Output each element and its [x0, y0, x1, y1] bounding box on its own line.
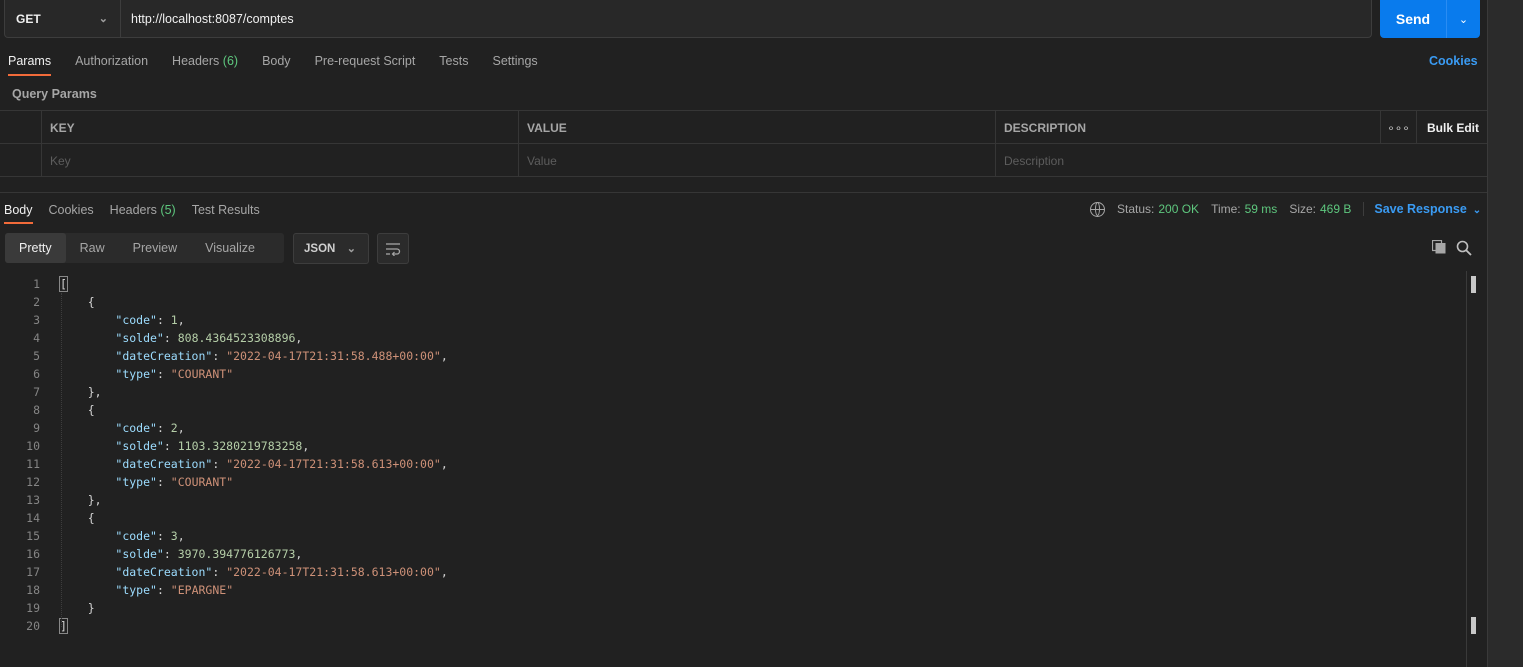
- tab-raw[interactable]: Raw: [66, 233, 119, 263]
- tab-authorization[interactable]: Authorization: [75, 52, 148, 80]
- format-select[interactable]: JSON ⌄: [293, 233, 369, 264]
- value-column-header: VALUE: [518, 111, 995, 144]
- bulk-edit-button[interactable]: Bulk Edit: [1416, 111, 1487, 144]
- send-button[interactable]: Send: [1380, 0, 1447, 38]
- code-line: 18 "type": "EPARGNE": [26, 583, 234, 597]
- wrap-lines-button[interactable]: [377, 233, 409, 264]
- chevron-down-icon: ⌄: [98, 13, 108, 25]
- format-label: JSON: [304, 242, 336, 255]
- tab-visualize[interactable]: Visualize: [191, 233, 269, 263]
- cookies-link[interactable]: Cookies: [1429, 54, 1478, 68]
- tab-response-body[interactable]: Body: [4, 201, 33, 224]
- globe-icon[interactable]: [1090, 201, 1105, 217]
- tab-params[interactable]: Params: [8, 52, 52, 80]
- response-status-bar: Status: 200 OK Time: 59 ms Size: 469 B S…: [1090, 201, 1481, 217]
- tab-count-badge: (6): [222, 54, 239, 68]
- description-column-header: DESCRIPTION: [995, 111, 1380, 144]
- tab-settings[interactable]: Settings: [492, 52, 537, 80]
- response-body-editor[interactable]: 1[ 2 { 3 "code": 1, 4 "solde": 808.43645…: [0, 275, 1466, 635]
- tab-pretty[interactable]: Pretty: [5, 233, 66, 263]
- table-header-row: KEY VALUE DESCRIPTION ∘∘∘ Bulk Edit: [0, 111, 1487, 144]
- tab-label: Body: [262, 54, 291, 68]
- code-line: 5 "dateCreation": "2022-04-17T21:31:58.4…: [33, 349, 448, 363]
- tab-headers[interactable]: Headers (6): [172, 52, 238, 80]
- size-value[interactable]: 469 B: [1320, 202, 1351, 216]
- indent-guide: [61, 293, 62, 627]
- key-column-header: KEY: [41, 111, 518, 144]
- code-line: 2 {: [33, 295, 95, 309]
- code-line: 1[: [33, 276, 68, 292]
- tab-label: Authorization: [75, 54, 149, 68]
- status-label: Status:: [1117, 202, 1155, 216]
- right-sidebar-strip: [1487, 0, 1523, 667]
- editor-scrollbar-track[interactable]: [1466, 271, 1467, 667]
- send-button-group: Send ⌄: [1380, 0, 1480, 38]
- query-params-table: KEY VALUE DESCRIPTION ∘∘∘ Bulk Edit Key …: [0, 110, 1487, 177]
- time-value[interactable]: 59 ms: [1245, 202, 1278, 216]
- tab-label: Test Results: [191, 203, 260, 217]
- time-label: Time:: [1211, 202, 1241, 216]
- tab-label: Headers: [172, 54, 220, 68]
- tab-response-cookies[interactable]: Cookies: [49, 201, 94, 219]
- tab-label: Headers: [109, 203, 157, 217]
- save-response-button[interactable]: Save Response ⌄: [1363, 202, 1481, 216]
- send-options-chevron-icon[interactable]: ⌄: [1447, 0, 1480, 38]
- code-line: 15 "code": 3,: [26, 529, 185, 543]
- code-line: 7 },: [33, 385, 102, 399]
- response-tabs: Body Cookies Headers (5) Test Results: [4, 201, 276, 224]
- tab-response-headers[interactable]: Headers (5): [110, 201, 176, 219]
- code-line: 4 "solde": 808.4364523308896,: [33, 331, 303, 345]
- tab-label: Pre-request Script: [314, 54, 416, 68]
- code-line: 14 {: [26, 511, 95, 525]
- query-params-title: Query Params: [12, 87, 97, 101]
- key-input[interactable]: Key: [41, 144, 518, 177]
- tab-test-results[interactable]: Test Results: [192, 201, 260, 219]
- tab-pre-request-script[interactable]: Pre-request Script: [315, 52, 416, 80]
- tab-label: Settings: [492, 54, 538, 68]
- tab-tests[interactable]: Tests: [439, 52, 468, 80]
- pane-divider[interactable]: [0, 192, 1487, 193]
- method-label: GET: [16, 11, 41, 26]
- chevron-down-icon: ⌄: [1472, 205, 1482, 216]
- chevron-down-icon: ⌄: [346, 243, 356, 255]
- tab-label: Cookies: [48, 203, 94, 217]
- code-line: 3 "code": 1,: [33, 313, 185, 327]
- code-line: 16 "solde": 3970.394776126773,: [26, 547, 303, 561]
- code-line: 13 },: [26, 493, 102, 507]
- tab-label: Tests: [439, 54, 469, 68]
- tab-count-badge: (5): [160, 203, 176, 217]
- table-row: Key Value Description: [0, 144, 1487, 177]
- code-line: 12 "type": "COURANT": [26, 475, 234, 489]
- value-input[interactable]: Value: [518, 144, 995, 177]
- wrap-lines-icon: [386, 242, 401, 256]
- code-line: 11 "dateCreation": "2022-04-17T21:31:58.…: [26, 457, 448, 471]
- description-input[interactable]: Description: [995, 144, 1380, 177]
- code-line: 20]: [26, 618, 68, 634]
- code-line: 19 }: [26, 601, 95, 615]
- tab-preview[interactable]: Preview: [119, 233, 191, 263]
- scrollbar-marker-top: [1471, 276, 1476, 293]
- tab-label: Params: [8, 54, 52, 68]
- tab-label: Body: [4, 203, 33, 217]
- method-select[interactable]: GET ⌄: [5, 0, 121, 37]
- save-response-label: Save Response: [1374, 202, 1467, 216]
- code-line: 9 "code": 2,: [33, 421, 185, 435]
- search-icon[interactable]: [1456, 240, 1472, 256]
- code-line: 17 "dateCreation": "2022-04-17T21:31:58.…: [26, 565, 448, 579]
- more-options-icon[interactable]: ∘∘∘: [1380, 111, 1416, 144]
- view-mode-tabs: Pretty Raw Preview Visualize: [5, 233, 284, 263]
- code-line: 10 "solde": 1103.3280219783258,: [26, 439, 310, 453]
- tab-body[interactable]: Body: [262, 52, 291, 80]
- code-line: 6 "type": "COURANT": [33, 367, 234, 381]
- request-tabs: Params Authorization Headers (6) Body Pr…: [8, 52, 562, 80]
- url-input[interactable]: http://localhost:8087/comptes: [121, 0, 294, 37]
- status-value[interactable]: 200 OK: [1158, 202, 1199, 216]
- scrollbar-marker-bottom: [1471, 617, 1476, 634]
- size-label: Size:: [1289, 202, 1316, 216]
- request-bar: GET ⌄ http://localhost:8087/comptes: [4, 0, 1372, 38]
- copy-icon[interactable]: [1432, 240, 1446, 254]
- code-line: 8 {: [33, 403, 95, 417]
